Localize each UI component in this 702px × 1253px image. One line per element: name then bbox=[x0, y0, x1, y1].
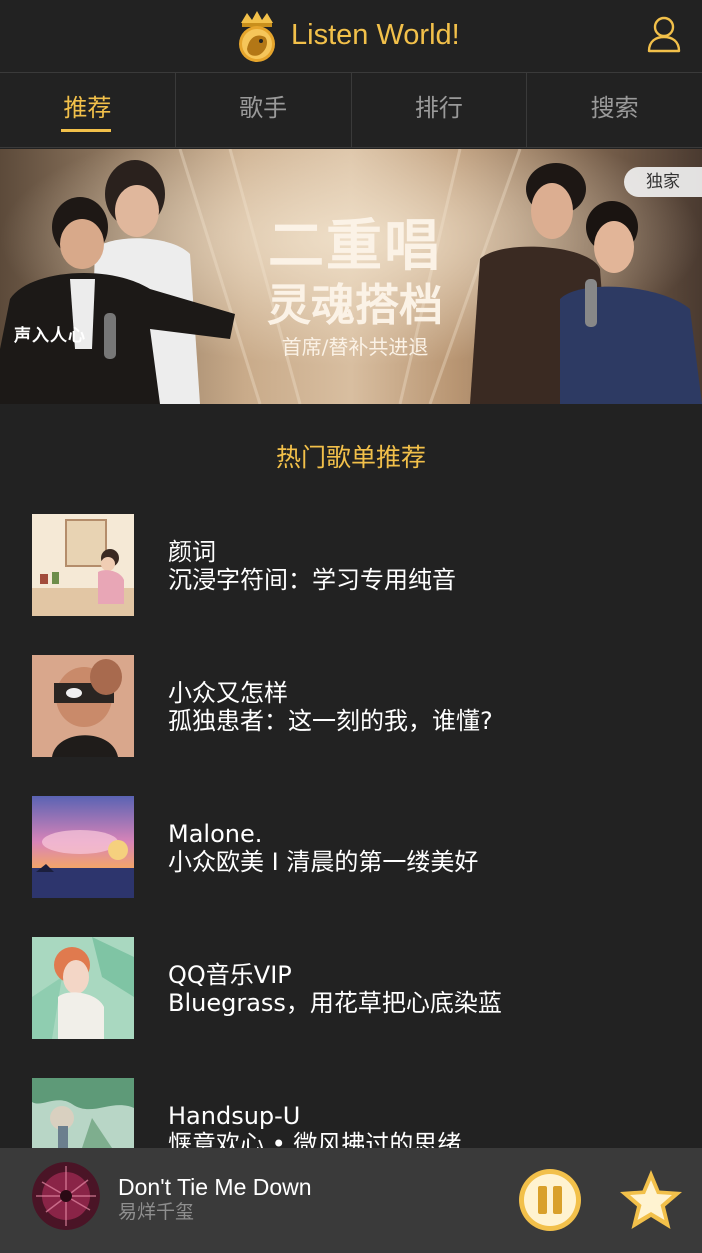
playlist-desc: 小众欧美 I 清晨的第一缕美好 bbox=[168, 848, 479, 876]
tab-rank[interactable]: 排行 bbox=[352, 73, 528, 147]
tab-label: 排行 bbox=[414, 94, 463, 122]
pause-icon[interactable] bbox=[516, 1166, 584, 1234]
playlist-item[interactable]: QQ音乐VIP Bluegrass，用花草把心底染蓝 bbox=[32, 937, 672, 1039]
playlist-name: Handsup-U bbox=[168, 1102, 301, 1130]
playlist-desc: 孤独患者：这一刻的我，谁懂? bbox=[168, 707, 493, 735]
playlist-cover bbox=[32, 937, 134, 1039]
playlist-desc: Bluegrass，用花草把心底染蓝 bbox=[168, 989, 502, 1017]
playlist-name: 小众又怎样 bbox=[168, 679, 288, 707]
tab-recommend[interactable]: 推荐 bbox=[0, 73, 176, 147]
crowned-lion-logo bbox=[239, 11, 275, 62]
now-playing-title: Don't Tie Me Down bbox=[118, 1174, 312, 1200]
user-icon[interactable] bbox=[646, 14, 682, 54]
playlist-item[interactable]: 颜词 沉浸字符间：学习专用纯音 bbox=[32, 514, 672, 616]
section-title: 热门歌单推荐 bbox=[275, 443, 426, 472]
promo-banner[interactable]: 声入人心 独家 二重唱 灵魂搭档 首席/替补共进退 bbox=[0, 149, 702, 404]
now-playing-artist: 易烊千玺 bbox=[118, 1201, 195, 1223]
tab-label: 歌手 bbox=[239, 94, 288, 122]
exclusive-badge: 独家 bbox=[624, 167, 702, 197]
mini-player[interactable]: Don't Tie Me Down 易烊千玺 bbox=[0, 1148, 702, 1253]
app-header: Listen World! bbox=[0, 0, 702, 73]
tab-search[interactable]: 搜索 bbox=[527, 73, 702, 147]
playlist-item[interactable]: 小众又怎样 孤独患者：这一刻的我，谁懂? bbox=[32, 655, 672, 757]
tab-label: 推荐 bbox=[63, 94, 112, 122]
banner-subtitle: 首席/替补共进退 bbox=[281, 335, 429, 359]
show-logo: 声入人心 bbox=[14, 326, 86, 345]
playlist-name: QQ音乐VIP bbox=[168, 961, 292, 989]
playlist-name: 颜词 bbox=[168, 538, 216, 566]
playlist-name: Malone. bbox=[168, 820, 263, 848]
star-icon[interactable] bbox=[617, 1168, 685, 1232]
tab-singers[interactable]: 歌手 bbox=[176, 73, 352, 147]
app-title: Listen World! bbox=[291, 19, 460, 51]
playlist-desc: 沉浸字符间：学习专用纯音 bbox=[168, 566, 456, 594]
album-disc bbox=[32, 1162, 100, 1230]
tab-label: 搜索 bbox=[590, 94, 639, 122]
playlist-cover bbox=[32, 655, 134, 757]
active-tab-indicator bbox=[61, 129, 111, 132]
playlist-item[interactable]: Malone. 小众欧美 I 清晨的第一缕美好 bbox=[32, 796, 672, 898]
playlist-cover bbox=[32, 514, 134, 616]
playlist-cover bbox=[32, 796, 134, 898]
main-tabs: 推荐 歌手 排行 搜索 bbox=[0, 73, 702, 148]
banner-title-line2: 灵魂搭档 bbox=[267, 280, 443, 331]
